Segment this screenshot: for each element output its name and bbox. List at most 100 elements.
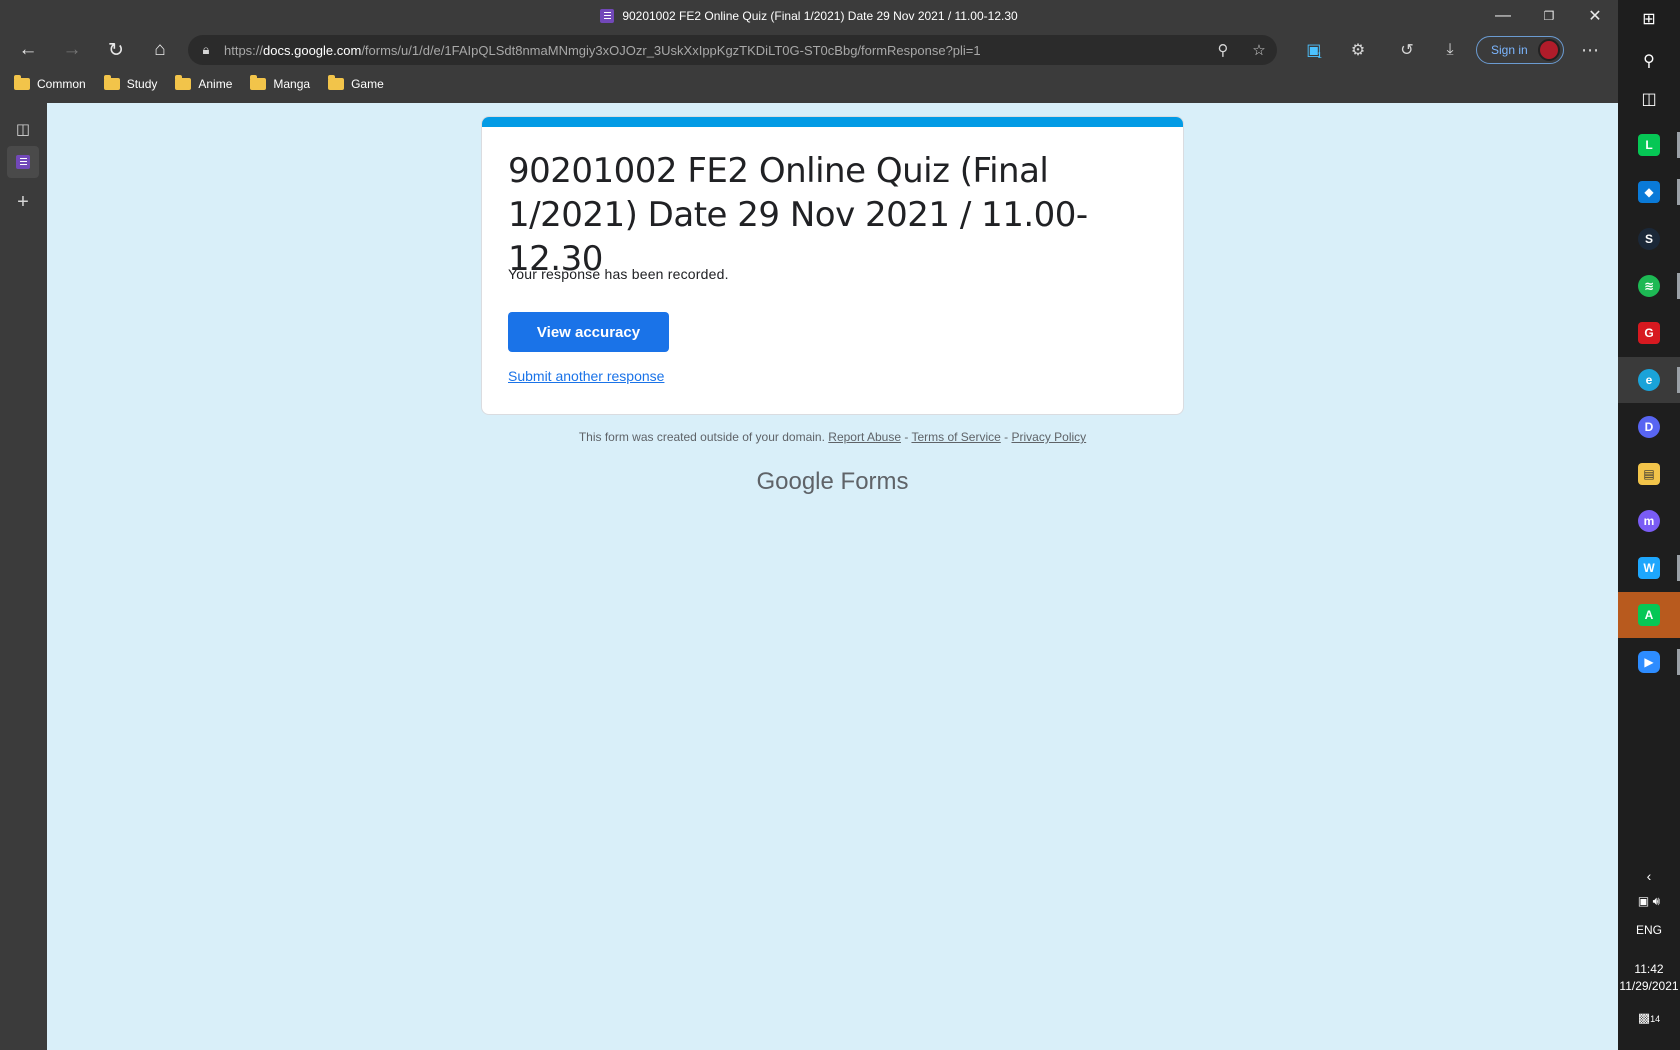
favorite-folder-study[interactable]: Study	[103, 75, 158, 91]
favorite-folder-common[interactable]: Common	[14, 75, 86, 91]
back-button[interactable]: ←	[6, 32, 50, 68]
network-icon[interactable]: ▣	[1638, 894, 1649, 908]
taskbar-app-messenger[interactable]: m	[1618, 498, 1680, 544]
taskbar-app-line-store[interactable]: A	[1618, 592, 1680, 638]
line-icon: L	[1638, 134, 1660, 156]
more-options-icon[interactable]: ⋯	[1570, 32, 1610, 68]
tab-google-forms[interactable]	[7, 146, 39, 178]
taskbar-app-webtoon[interactable]: W	[1618, 545, 1680, 591]
windows-taskbar: ⊞ ⚲ ◫ L ◆ S ≋ G e D ▤ m W A ▶ ‹ ▣ 🔊︎ ENG…	[1618, 0, 1680, 1050]
steam-icon: S	[1638, 228, 1660, 250]
form-title: 90201002 FE2 Online Quiz (Final 1/2021) …	[508, 151, 1088, 279]
edge-icon: e	[1638, 369, 1660, 391]
form-response-card: 90201002 FE2 Online Quiz (Final 1/2021) …	[481, 116, 1184, 415]
favorite-label: Study	[126, 77, 158, 91]
extensions-icon[interactable]: ⚙	[1338, 32, 1378, 68]
favorite-label: Game	[351, 77, 384, 91]
folder-icon: ▤	[1638, 463, 1660, 485]
history-icon[interactable]: ↺	[1387, 32, 1427, 68]
screen: 90201002 FE2 Online Quiz (Final 1/2021) …	[0, 0, 1680, 1050]
system-tray-icons[interactable]: ▣ 🔊︎	[1618, 894, 1680, 909]
logo-google-text: Google	[756, 468, 834, 495]
taskbar-app-steam[interactable]: S	[1618, 216, 1680, 262]
notification-icon: ▩	[1637, 1010, 1651, 1025]
taskbar-app-garena[interactable]: G	[1618, 310, 1680, 356]
url-host: docs.google.com	[263, 42, 362, 58]
window-title: 90201002 FE2 Online Quiz (Final 1/2021) …	[622, 9, 1018, 23]
favorite-label: Manga	[273, 77, 311, 91]
volume-icon[interactable]: 🔊︎	[1653, 894, 1661, 908]
lock-icon[interactable]: 🔒︎	[188, 42, 224, 58]
submit-another-response-link[interactable]: Submit another response	[508, 368, 664, 384]
terms-of-service-link[interactable]: Terms of Service	[911, 430, 1000, 444]
google-forms-favicon-icon	[600, 9, 615, 23]
notification-count: 14	[1650, 1014, 1661, 1024]
address-bar[interactable]: 🔒︎ https://docs.google.com/forms/u/1/d/e…	[188, 35, 1277, 65]
webtoon-icon: W	[1638, 557, 1660, 579]
taskbar-app-line[interactable]: L	[1618, 122, 1680, 168]
taskbar-app-zoom[interactable]: ▶	[1618, 639, 1680, 685]
window-title-wrap: 90201002 FE2 Online Quiz (Final 1/2021) …	[0, 0, 1618, 32]
zoom-icon: ▶	[1638, 651, 1660, 673]
add-favorite-icon[interactable]: ☆	[1241, 41, 1277, 59]
separator: -	[901, 430, 912, 444]
clock-date[interactable]: 11/29/2021	[1618, 979, 1680, 993]
report-abuse-link[interactable]: Report Abuse	[828, 430, 901, 444]
language-indicator[interactable]: ENG	[1618, 923, 1680, 937]
view-accuracy-button[interactable]: View accuracy	[508, 312, 669, 352]
messenger-icon: m	[1638, 510, 1660, 532]
taskbar-app-vscode[interactable]: ◆	[1618, 169, 1680, 215]
favorite-folder-manga[interactable]: Manga	[250, 75, 311, 91]
taskbar-app-spotify[interactable]: ≋	[1618, 263, 1680, 309]
close-button[interactable]: ✕	[1572, 0, 1618, 32]
notification-center-button[interactable]: ▩14	[1618, 1010, 1680, 1026]
task-view-button[interactable]: ◫	[1618, 76, 1680, 122]
zoom-icon[interactable]: ⚲	[1205, 41, 1241, 59]
forward-button[interactable]: →	[50, 32, 94, 68]
clock-time[interactable]: 11:42	[1618, 962, 1680, 976]
folder-icon	[328, 75, 345, 90]
favorite-folder-game[interactable]: Game	[328, 75, 384, 91]
task-view-icon: ◫	[1641, 91, 1657, 108]
downloads-icon[interactable]: ⤓	[1430, 32, 1470, 68]
favorite-label: Anime	[198, 77, 233, 91]
collections-badge: 1	[1317, 50, 1322, 60]
minimize-button[interactable]: —	[1480, 0, 1526, 32]
taskbar-app-discord[interactable]: D	[1618, 404, 1680, 450]
folder-icon	[250, 75, 267, 90]
discord-icon: D	[1638, 416, 1660, 438]
show-hidden-icons-button[interactable]: ‹	[1618, 868, 1680, 884]
favorite-label: Common	[37, 77, 86, 91]
new-tab-icon[interactable]: +	[7, 186, 39, 218]
folder-icon	[103, 75, 120, 90]
taskbar-app-file-explorer[interactable]: ▤	[1618, 451, 1680, 497]
privacy-policy-link[interactable]: Privacy Policy	[1011, 430, 1086, 444]
url-text[interactable]: https://docs.google.com/forms/u/1/d/e/1F…	[224, 43, 1205, 58]
url-path: /forms/u/1/d/e/1FAIpQLSdt8nmaMNmgiy3xOJO…	[361, 42, 981, 58]
refresh-button[interactable]: ↻	[94, 32, 138, 68]
favorite-folder-anime[interactable]: Anime	[175, 75, 233, 91]
collections-icon[interactable]: ▣ 1	[1294, 32, 1334, 68]
spotify-icon: ≋	[1638, 275, 1660, 297]
restore-button[interactable]: ❐	[1526, 0, 1572, 32]
footer-note: This form was created outside of your do…	[47, 430, 1618, 444]
card-accent-bar	[482, 117, 1183, 127]
sign-in-button[interactable]: Sign in	[1476, 36, 1564, 64]
windows-icon: ⊞	[1642, 11, 1656, 28]
url-prefix: https://	[224, 42, 264, 58]
profile-avatar	[1538, 39, 1560, 61]
tab-actions-menu-icon[interactable]: ◫	[7, 113, 39, 145]
line-store-icon: A	[1638, 604, 1660, 626]
vscode-icon: ◆	[1638, 181, 1660, 203]
google-forms-favicon-icon	[16, 155, 30, 169]
browser-window: 90201002 FE2 Online Quiz (Final 1/2021) …	[0, 0, 1618, 1050]
google-forms-logo[interactable]: Google Forms	[47, 468, 1618, 496]
taskbar-app-edge[interactable]: e	[1618, 357, 1680, 403]
separator: -	[1000, 430, 1012, 444]
home-button[interactable]: ⌂	[138, 32, 182, 68]
page-content: 90201002 FE2 Online Quiz (Final 1/2021) …	[47, 103, 1618, 1050]
folder-icon	[14, 75, 30, 90]
vertical-tabs-strip: ◫ +	[0, 103, 47, 1050]
garena-icon: G	[1638, 322, 1660, 344]
start-button[interactable]: ⊞	[1618, 0, 1680, 38]
